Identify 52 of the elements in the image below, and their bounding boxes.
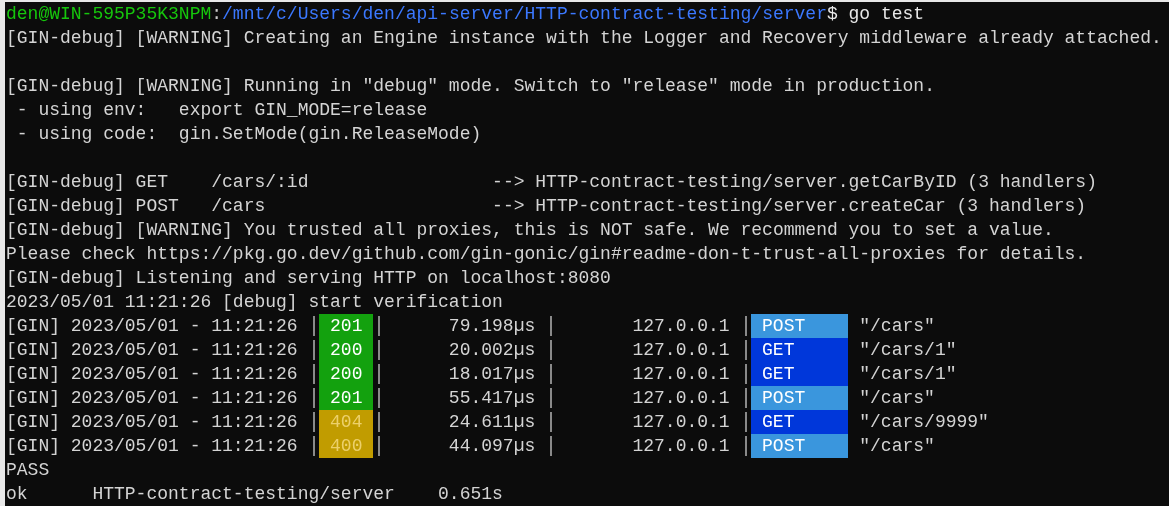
http-method: POST bbox=[751, 434, 849, 458]
output-line: [GIN-debug] [WARNING] You trusted all proxies, this is NOT safe. We recommend you to set a value. bbox=[6, 220, 1054, 240]
latency-text: 79.198µs bbox=[447, 315, 536, 338]
http-method: GET bbox=[751, 338, 849, 362]
output-line: Please check https://pkg.go.dev/github.com/gin-gonic/gin#readme-don-t-trust-all-proxies for details. bbox=[6, 244, 1087, 264]
client-ip: 127.0.0.1 bbox=[631, 387, 730, 410]
latency-text: 55.417µs bbox=[447, 387, 536, 410]
output-line: - using env: export GIN_MODE=release bbox=[15, 100, 428, 120]
client-ip: 127.0.0.1 bbox=[631, 315, 730, 338]
http-method: POST bbox=[751, 386, 849, 410]
output-line: [GIN-debug] [WARNING] Creating an Engine instance with the Logger and Recovery middleware already attached. bbox=[6, 28, 1162, 48]
log-timestamp: [GIN] 2023/05/01 - 11:21:26 bbox=[6, 339, 299, 362]
output-line: 2023/05/01 11:21:26 [debug] start verification bbox=[6, 292, 503, 312]
status-code: 201 bbox=[319, 314, 374, 338]
log-timestamp: [GIN] 2023/05/01 - 11:21:26 bbox=[6, 411, 299, 434]
client-ip: 127.0.0.1 bbox=[631, 435, 730, 458]
latency-text: 24.611µs bbox=[447, 411, 536, 434]
status-code: 404 bbox=[319, 410, 374, 434]
prompt-user: den@WIN-595P35K3NPM bbox=[6, 3, 212, 26]
request-path: "/cars/1" bbox=[859, 363, 957, 386]
status-code: 201 bbox=[319, 386, 374, 410]
client-ip: 127.0.0.1 bbox=[631, 339, 730, 362]
request-path: "/cars" bbox=[859, 315, 935, 338]
latency-text: 44.097µs bbox=[447, 435, 536, 458]
command-text: $ go test bbox=[826, 3, 925, 26]
http-method: POST bbox=[751, 314, 849, 338]
log-timestamp: [GIN] 2023/05/01 - 11:21:26 bbox=[6, 435, 299, 458]
client-ip: 127.0.0.1 bbox=[631, 363, 730, 386]
status-code: 200 bbox=[319, 362, 374, 386]
latency-text: 20.002µs bbox=[447, 339, 536, 362]
request-path: "/cars/1" bbox=[859, 339, 957, 362]
log-timestamp: [GIN] 2023/05/01 - 11:21:26 bbox=[6, 387, 299, 410]
prompt-path: /mnt/c/Users/den/api-server/HTTP-contract-testing/server bbox=[222, 3, 827, 26]
prompt-separator: : bbox=[211, 3, 223, 26]
request-path: "/cars" bbox=[859, 435, 935, 458]
log-timestamp: [GIN] 2023/05/01 - 11:21:26 bbox=[6, 315, 299, 338]
output-line: [GIN-debug] [WARNING] Running in "debug" mode. Switch to "release" mode in production. bbox=[6, 76, 935, 96]
output-line: [GIN-debug] Listening and serving HTTP on localhost:8080 bbox=[6, 268, 611, 288]
output-line: - using code: gin.SetMode(gin.ReleaseMode) bbox=[15, 124, 482, 144]
http-method: GET bbox=[751, 410, 849, 434]
output-line: [GIN-debug] POST /cars --> HTTP-contract-testing/server.createCar (3 handlers) bbox=[6, 196, 1087, 216]
output-line: [GIN-debug] GET /cars/:id --> HTTP-contract-testing/server.getCarByID (3 handlers) bbox=[6, 172, 1097, 192]
http-method: GET bbox=[751, 362, 849, 386]
client-ip: 127.0.0.1 bbox=[631, 411, 730, 434]
request-path: "/cars" bbox=[859, 387, 935, 410]
output-line: ok HTTP-contract-testing/server 0.651s bbox=[6, 484, 503, 504]
log-timestamp: [GIN] 2023/05/01 - 11:21:26 bbox=[6, 363, 299, 386]
status-code: 400 bbox=[319, 434, 374, 458]
request-path: "/cars/9999" bbox=[859, 411, 989, 434]
latency-text: 18.017µs bbox=[447, 363, 536, 386]
output-line: PASS bbox=[6, 460, 50, 480]
status-code: 200 bbox=[319, 338, 374, 362]
